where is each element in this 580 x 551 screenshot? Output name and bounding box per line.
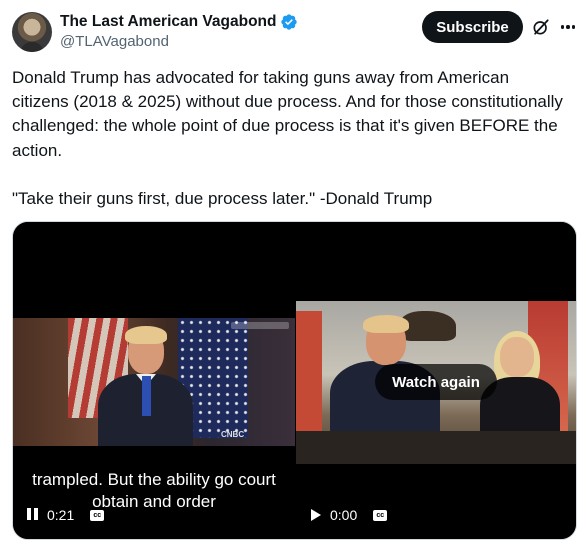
tweet-paragraph: Donald Trump has advocated for taking gu…: [12, 68, 563, 160]
play-icon[interactable]: [310, 508, 322, 522]
author-name-row: The Last American Vagabond: [60, 13, 298, 31]
tweet-text: Donald Trump has advocated for taking gu…: [12, 66, 564, 211]
watch-again-button[interactable]: Watch again: [375, 364, 497, 400]
author-display-name[interactable]: The Last American Vagabond: [60, 13, 276, 31]
avatar[interactable]: [12, 12, 52, 52]
author-handle[interactable]: @TLAVagabond: [60, 33, 169, 50]
closed-captions-icon[interactable]: cc: [90, 509, 105, 521]
person-head: [500, 337, 534, 377]
video-controls: 0:00 cc: [310, 507, 388, 523]
pause-icon[interactable]: [27, 508, 39, 522]
more-icon[interactable]: [558, 17, 578, 37]
person-hair: [363, 315, 409, 333]
video-player-2[interactable]: Watch again 0:00 cc: [296, 222, 576, 539]
grok-icon[interactable]: [531, 17, 551, 37]
video-controls: 0:21 cc: [27, 507, 105, 523]
video-time: 0:00: [330, 507, 358, 523]
verified-badge-icon: [281, 14, 298, 30]
tweet-quote-paragraph: "Take their guns first, due process late…: [12, 188, 433, 208]
subscribe-button[interactable]: Subscribe: [422, 11, 523, 43]
closed-captions-icon[interactable]: cc: [373, 509, 388, 521]
person-figure: [98, 326, 193, 446]
table-graphic: [296, 431, 576, 464]
video-time: 0:21: [47, 507, 75, 523]
media-container: CNBC trampled. But the ability go court …: [12, 221, 577, 540]
video-inset-bar: [231, 322, 289, 329]
cnbc-watermark: CNBC: [221, 430, 245, 439]
tweet-header: The Last American Vagabond @TLAVagabond …: [12, 10, 576, 56]
video-frame: CNBC: [13, 318, 295, 446]
video-player-1[interactable]: CNBC trampled. But the ability go court …: [13, 222, 295, 539]
flag-graphic: [296, 311, 322, 431]
